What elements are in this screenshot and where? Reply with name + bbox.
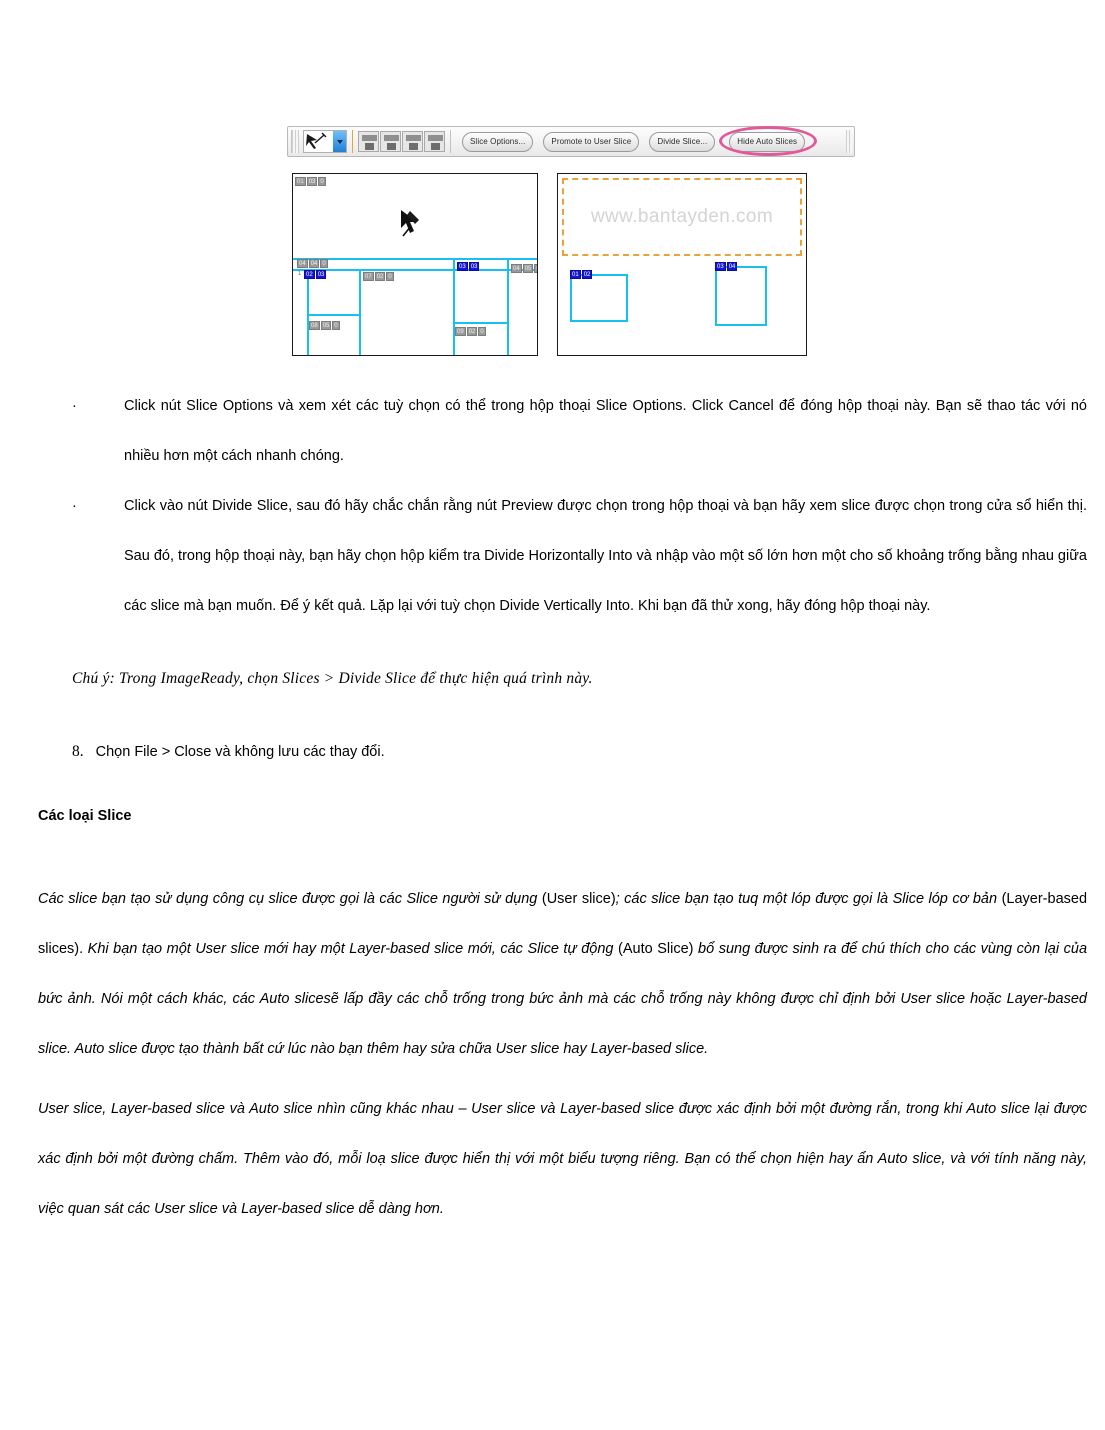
promote-to-user-slice-button[interactable]: Promote to User Slice [543, 131, 640, 152]
slice-options-slot: Slice Options... [462, 131, 534, 152]
step-text: Chọn File > Close và không lưu các thay … [95, 744, 385, 760]
selected-slice-region[interactable]: www.bantayden.com [562, 178, 802, 256]
slice-line [293, 269, 537, 271]
slice-badge: 07 02 0 [363, 272, 394, 281]
slice-badge: 03 04 [715, 262, 738, 271]
slice-badge: 01 02 [570, 270, 593, 279]
slice-line [453, 258, 455, 355]
slice-badge: 01 03 0 [295, 177, 326, 186]
align-icon-4[interactable] [424, 131, 445, 152]
para-seg-upright: (User slice) [537, 891, 616, 907]
bullet-item-2: · Click vào nút Divide Slice, sau đó hãy… [72, 481, 1087, 631]
bullet-text: Click nút Slice Options và xem xét các t… [124, 398, 1087, 464]
hide-auto-slices-button[interactable]: Hide Auto Slices [729, 131, 806, 152]
slice-rectangle[interactable] [570, 274, 628, 322]
slice-badge: 1 02 03 [297, 270, 327, 279]
bullet-item-1: · Click nút Slice Options và xem xét các… [72, 381, 1087, 481]
align-icon-3[interactable] [402, 131, 423, 152]
slice-rectangle[interactable] [715, 266, 767, 326]
slice-line [453, 322, 507, 324]
para-seg-upright: (Auto Slice) [613, 941, 699, 957]
bullet-marker: · [72, 498, 77, 514]
bullet-marker: · [72, 398, 77, 414]
slice-tool-icon[interactable] [304, 131, 330, 152]
slice-badge: 04 04 0 [297, 259, 328, 268]
slice-badge: 03 03 [457, 262, 480, 271]
screenshot-figure: Slice Options... Promote to User Slice D… [287, 125, 859, 358]
hide-auto-slices-slot: Hide Auto Slices [719, 125, 818, 156]
slice-line [293, 258, 537, 260]
slice-badge: 09 02 0 [455, 327, 486, 336]
slice-line [507, 258, 509, 355]
bullet-text: Click vào nút Divide Slice, sau đó hãy c… [124, 498, 1087, 614]
slice-line [359, 269, 361, 355]
para-seg: Khi bạn tạo một User slice mới hay một L… [87, 941, 614, 957]
slice-badge: 08 05 0 [309, 321, 340, 330]
slice-line [307, 314, 359, 316]
canvas-panel-left[interactable]: 01 03 0 04 04 0 1 02 03 07 02 0 03 03 04… [292, 173, 538, 356]
para-seg: bổ sung được sinh ra để chú thích cho cá… [38, 941, 1088, 1057]
slice-badge: 04050 [511, 264, 537, 273]
canvas-panel-right[interactable]: www.bantayden.com 01 02 03 04 [557, 173, 807, 356]
watermark-text: www.bantayden.com [590, 206, 774, 227]
paragraph-slice-appearance: User slice, Layer-based slice và Auto sl… [38, 1101, 1087, 1217]
toolbar-right-grip [846, 130, 852, 153]
toolbar-grip[interactable] [291, 130, 299, 153]
promote-slot: Promote to User Slice [543, 131, 640, 152]
note-line: Chú ý: Trong ImageReady, chọn Slices > D… [72, 670, 593, 687]
imageready-options-bar: Slice Options... Promote to User Slice D… [287, 125, 855, 157]
paragraph-slice-types: Các slice bạn tạo sử dụng công cụ slice … [38, 874, 1087, 1074]
align-icon-2[interactable] [380, 131, 401, 152]
step-number: 8. [72, 743, 84, 760]
slice-line [307, 269, 309, 355]
toolbar-separator [352, 130, 353, 153]
page-title: Các loại Slice [38, 808, 132, 824]
slice-select-cursor-icon [397, 208, 425, 240]
para-seg: Các slice bạn tạo sử dụng công cụ slice … [38, 891, 538, 907]
slice-align-group[interactable] [358, 131, 445, 152]
divide-slice-button[interactable]: Divide Slice... [649, 131, 716, 152]
align-icon-1[interactable] [358, 131, 379, 152]
para-seg: ; các slice bạn tạo tuq một lóp được gọi… [615, 891, 998, 907]
slice-tool-well[interactable] [303, 130, 347, 153]
divide-slot: Divide Slice... [649, 131, 716, 152]
chevron-down-icon[interactable] [333, 131, 346, 152]
canvas-panels: 01 03 0 04 04 0 1 02 03 07 02 0 03 03 04… [292, 173, 858, 358]
document-page: Slice Options... Promote to User Slice D… [0, 0, 1105, 1430]
toolbar-separator-2 [450, 130, 451, 153]
slice-options-button[interactable]: Slice Options... [462, 131, 534, 152]
numbered-step-8: 8. Chọn File > Close và không lưu các tha… [72, 743, 385, 761]
